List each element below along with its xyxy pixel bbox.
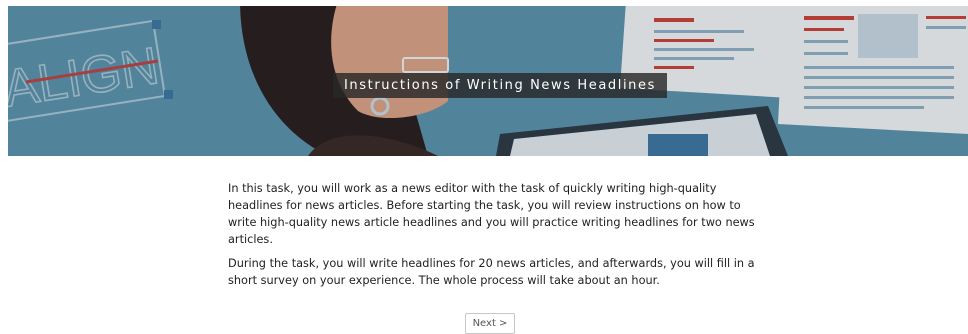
next-button[interactable]: Next >	[465, 313, 515, 334]
task-details-paragraph: During the task, you will write headline…	[228, 257, 755, 287]
page-title: Instructions of Writing News Headlines	[333, 73, 667, 98]
instructions-text: In this task, you will work as a news ed…	[228, 180, 758, 296]
header-banner: ALIGN	[8, 6, 968, 156]
intro-paragraph: In this task, you will work as a news ed…	[228, 182, 755, 246]
